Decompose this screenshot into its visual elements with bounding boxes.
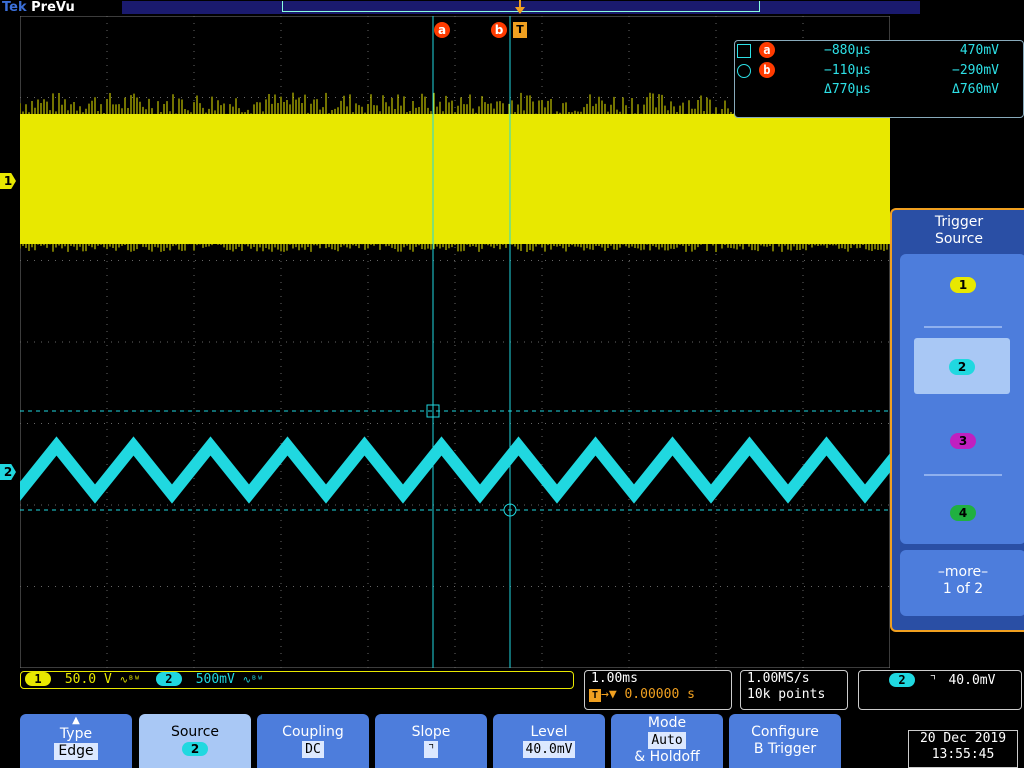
date: 20 Dec 2019 (919, 731, 1007, 746)
cursor-readout: a −880µs 470mV b −110µs −290mV Δ770µs Δ7… (734, 40, 1024, 118)
ch1-scale: 50.0 V (64, 672, 112, 687)
trigger-readout[interactable]: 2 ⌝ 40.0mV (858, 670, 1022, 710)
cursor-b-label[interactable]: b (491, 22, 507, 38)
mode-holdoff-button[interactable]: Mode Auto & Holdoff (611, 714, 723, 768)
cursor-a-volt: 470mV (959, 43, 999, 58)
trigger-marker: T (513, 22, 527, 38)
falling-slope-icon: ⌝ (424, 741, 438, 758)
level-button[interactable]: Level 40.0mV (493, 714, 605, 768)
source-list: 1 2 3 4 (900, 254, 1024, 544)
timebase-readout[interactable]: 1.00ms T →▼ 0.00000 s (584, 670, 732, 710)
source-option-3[interactable]: 3 (900, 430, 1024, 449)
source-option-1[interactable]: 1 (900, 274, 1024, 293)
brand-logo: Tek (2, 0, 27, 15)
delta-volt: Δ760mV (952, 82, 999, 97)
top-status-bar: Tek PreVu (0, 0, 1024, 16)
date-time-display: 20 Dec 2019 13:55:45 (908, 730, 1018, 768)
cursor-b-readout-label: b (758, 62, 775, 78)
trigger-position-marker-icon: T (589, 689, 601, 702)
trigger-position: 0.00000 s (624, 687, 695, 702)
coupling-button[interactable]: Coupling DC (257, 714, 369, 768)
collapse-arrow-icon: ▲ (72, 715, 80, 726)
slope-button[interactable]: Slope ⌝ (375, 714, 487, 768)
source-button[interactable]: Source 2 (139, 714, 251, 768)
more-button[interactable]: –more– 1 of 2 (900, 550, 1024, 616)
source-option-4[interactable]: 4 (900, 502, 1024, 521)
channel-scale-bar[interactable]: 1 50.0 V ∿ᴮᵂ 2 500mV ∿ᴮᵂ (20, 671, 574, 689)
acquisition-mode: PreVu (31, 0, 75, 15)
cursor-a-time: −880µs (824, 43, 871, 58)
configure-b-trigger-button[interactable]: Configure B Trigger (729, 714, 841, 768)
time: 13:55:45 (931, 747, 995, 762)
side-menu-title: Trigger Source (934, 214, 984, 247)
bandwidth-limit-icon: ∿ᴮᵂ (119, 675, 141, 686)
delta-time: Δ770µs (824, 82, 871, 97)
sample-rate: 1.00MS/s (747, 671, 810, 686)
ch1-ground-marker[interactable]: 1 (0, 173, 16, 189)
type-button[interactable]: ▲ Type Edge (20, 714, 132, 768)
trigger-slope-icon: ⌝ (928, 673, 937, 688)
cursor-b-time: −110µs (824, 63, 871, 78)
trigger-channel-badge: 2 (889, 673, 915, 687)
cursor-b-volt: −290mV (952, 63, 999, 78)
trigger-source-side-menu: Trigger Source 1 2 3 4 –more– 1 of 2 (890, 208, 1024, 632)
ch1-scale-badge: 1 (25, 672, 51, 686)
ch2-ground-marker[interactable]: 2 (0, 464, 16, 480)
record-length: 10k points (747, 687, 826, 702)
square-cursor-icon (737, 43, 751, 58)
acquisition-readout[interactable]: 1.00MS/s 10k points (740, 670, 848, 710)
cursor-a-readout-label: a (758, 42, 775, 58)
trigger-position-icon (515, 0, 525, 14)
brand-label: Tek PreVu (2, 0, 75, 16)
trigger-level: 40.0mV (948, 673, 996, 688)
circle-cursor-icon (737, 63, 751, 78)
source-option-2[interactable]: 2 (914, 338, 1010, 394)
bandwidth-limit-icon: ∿ᴮᵂ (242, 675, 264, 686)
ch2-scale-badge: 2 (155, 672, 182, 686)
time-per-div: 1.00ms (591, 671, 638, 686)
ch2-scale: 500mV (195, 672, 235, 687)
cursor-a-label[interactable]: a (434, 22, 450, 38)
